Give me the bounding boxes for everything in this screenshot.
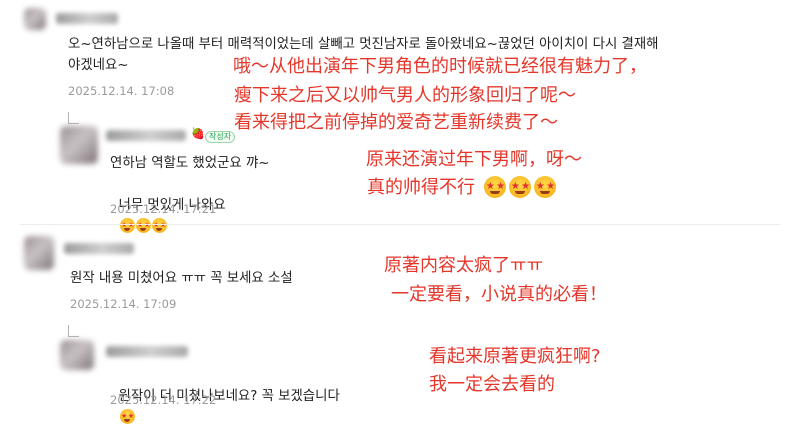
- reply-date: 2025.12.14. 17:22: [110, 393, 217, 407]
- comment-text: 원작 내용 미쳤어요 ㅠㅠ 꼭 보세요 소설: [70, 271, 293, 286]
- translation-line: 真的帅得不行 ★ ★ ★ ★ ★ ★: [367, 176, 556, 200]
- avatar[interactable]: [24, 8, 46, 30]
- translation-text: 真的帅得不行: [367, 177, 475, 198]
- star-struck-emoji: ★★: [508, 176, 531, 198]
- reply-arrow-icon: [68, 112, 79, 124]
- star-struck-emoji: ★★: [119, 409, 135, 424]
- translation-line: 我一定会去看的: [429, 374, 555, 395]
- comment-text-line-1: 오~연하남으로 나올때 부터 매력적이었는데 살빼고 멋진남자로 돌아왔네요~끊…: [68, 37, 659, 52]
- author-badge: 작성자: [205, 131, 236, 143]
- comment-date: 2025.12.14. 17:09: [70, 297, 177, 311]
- reply-date: 2025.12.14. 17:21: [110, 202, 217, 216]
- translation-line: 看来得把之前停掉的爱奇艺重新续费了～: [234, 112, 558, 133]
- reply-text-line-1: 연하남 역할도 했었군요 꺄~: [110, 156, 270, 171]
- star-struck-emoji: ★★: [119, 218, 135, 233]
- username-blurred[interactable]: [56, 13, 118, 24]
- star-struck-emoji: ★★: [533, 176, 556, 198]
- star-struck-emoji: ★★: [483, 176, 506, 198]
- avatar[interactable]: [60, 126, 98, 164]
- avatar[interactable]: [24, 236, 54, 270]
- avatar[interactable]: [60, 340, 94, 370]
- translation-line: 原著内容太疯了ㅠㅠ: [384, 255, 544, 276]
- translation-line: 一定要看，小说真的必看！: [391, 284, 607, 305]
- star-struck-emoji: ★★: [151, 218, 167, 233]
- translation-line: 原来还演过年下男啊，呀～: [366, 149, 582, 170]
- strawberry-icon: 🍓: [191, 127, 205, 140]
- divider: [20, 224, 780, 225]
- username-blurred[interactable]: [106, 346, 188, 357]
- reply-arrow-icon: [68, 325, 79, 337]
- translation-line: 哦～从他出演年下男角色的时候就已经很有魅力了，: [233, 56, 647, 77]
- translation-line: 瘦下来之后又以帅气男人的形象回归了呢～: [234, 85, 576, 106]
- translation-line: 看起来原著更疯狂啊?: [429, 346, 601, 367]
- comment-text-line-2: 야겠네요~: [68, 58, 129, 73]
- username-blurred[interactable]: [106, 130, 186, 141]
- star-struck-emoji: ★★: [135, 218, 151, 233]
- username-blurred[interactable]: [64, 243, 134, 254]
- comment-date: 2025.12.14. 17:08: [68, 84, 175, 98]
